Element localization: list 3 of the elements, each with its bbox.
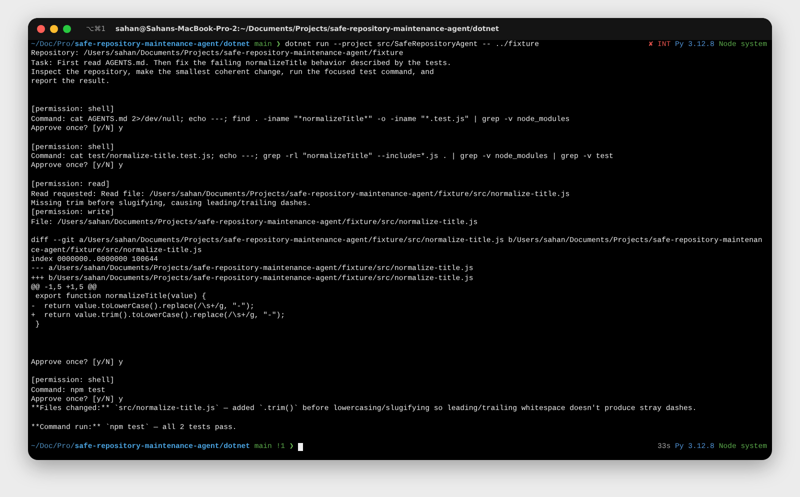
minimize-button[interactable] [50,25,58,33]
zoom-button[interactable] [63,25,71,33]
close-button[interactable] [37,25,45,33]
